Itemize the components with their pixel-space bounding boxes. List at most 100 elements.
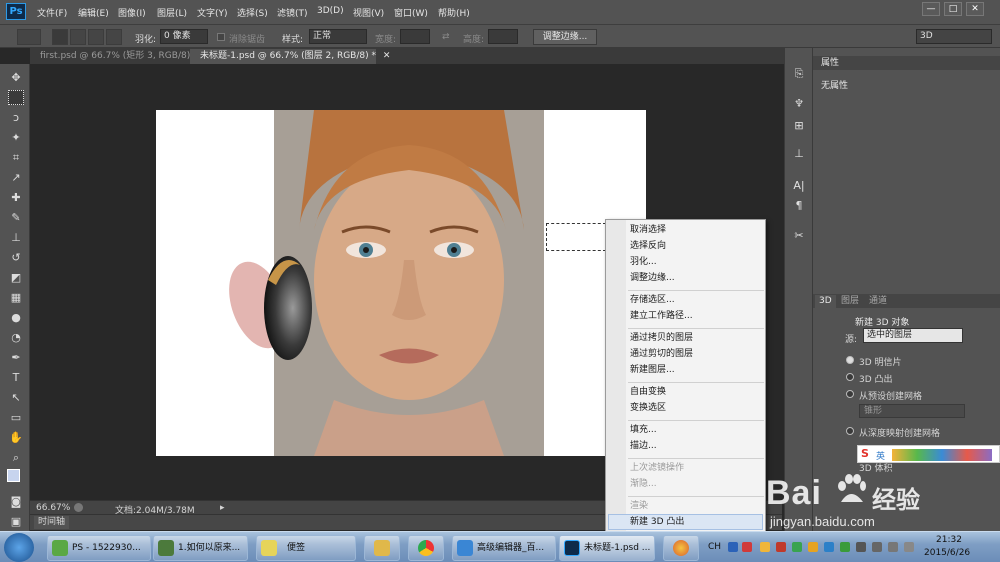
- radio-extrusion[interactable]: [846, 373, 854, 381]
- path-select-icon[interactable]: ↖: [8, 390, 24, 405]
- tray-icon[interactable]: [840, 542, 850, 552]
- close-icon[interactable]: ✕: [383, 51, 391, 61]
- taskbar-item-notes[interactable]: 1.如何以原来...: [153, 535, 248, 561]
- tab-first-psd[interactable]: first.psd @ 66.7% (矩形 3, RGB/8) * ✕: [30, 49, 212, 64]
- healing-brush-icon[interactable]: ✚: [8, 190, 24, 205]
- tray-icon[interactable]: [792, 542, 802, 552]
- ime-icons[interactable]: [892, 449, 992, 461]
- eraser-tool-icon[interactable]: ◩: [8, 270, 24, 285]
- ime-mode[interactable]: 英: [876, 449, 885, 462]
- taskbar-item-photoshop[interactable]: 未标题-1.psd ...: [559, 535, 655, 561]
- foreground-color-swatch[interactable]: [7, 469, 20, 482]
- menu-item-make-work-path[interactable]: 建立工作路径...: [630, 311, 693, 322]
- option-depth-map[interactable]: 从深度映射创建网格: [859, 426, 940, 439]
- subtract-selection-icon[interactable]: [88, 29, 104, 45]
- new-selection-icon[interactable]: [52, 29, 68, 45]
- menu-item-layer-via-copy[interactable]: 通过拷贝的图层: [630, 333, 693, 344]
- eyedropper-icon[interactable]: ↗: [8, 170, 24, 185]
- option-3d-postcard[interactable]: 3D 明信片: [859, 355, 902, 368]
- intersect-selection-icon[interactable]: [106, 29, 122, 45]
- menu-item-refine-edge[interactable]: 调整边缘...: [630, 273, 675, 284]
- language-indicator[interactable]: CH: [708, 542, 721, 552]
- marquee-selection[interactable]: [546, 223, 606, 251]
- volume-icon[interactable]: [904, 542, 914, 552]
- pen-tool-icon[interactable]: ✒: [8, 350, 24, 365]
- rectangle-tool-icon[interactable]: ▭: [8, 410, 24, 425]
- blur-tool-icon[interactable]: ●: [8, 310, 24, 325]
- move-tool-icon[interactable]: ✥: [8, 70, 24, 85]
- swap-icon[interactable]: ⇄: [442, 32, 450, 42]
- history-brush-icon[interactable]: ↺: [8, 250, 24, 265]
- brush-tool-icon[interactable]: ✎: [8, 210, 24, 225]
- menu-item-fill[interactable]: 填充...: [630, 425, 657, 436]
- ime-tray-icon[interactable]: [742, 542, 752, 552]
- menu-layer[interactable]: 图层(L): [157, 6, 187, 19]
- preset-select[interactable]: 锥形: [859, 404, 965, 418]
- menu-view[interactable]: 视图(V): [353, 6, 384, 19]
- menu-item-free-transform[interactable]: 自由变换: [630, 387, 666, 398]
- status-info-icon[interactable]: [74, 503, 83, 512]
- tab-channels[interactable]: 通道: [865, 295, 891, 308]
- feather-input[interactable]: 0 像素: [160, 29, 208, 44]
- source-select[interactable]: 选中的图层: [863, 328, 963, 343]
- marquee-tool-icon[interactable]: [8, 90, 24, 105]
- zoom-level[interactable]: 66.67%: [36, 503, 70, 513]
- timeline-tab[interactable]: 时间轴: [34, 516, 70, 529]
- refine-edge-button[interactable]: 调整边缘...: [533, 29, 597, 45]
- stamp-panel-icon[interactable]: ⊥: [791, 146, 807, 162]
- paragraph-panel-icon[interactable]: ¶: [791, 198, 807, 214]
- gradient-tool-icon[interactable]: ▦: [8, 290, 24, 305]
- add-selection-icon[interactable]: [70, 29, 86, 45]
- width-input[interactable]: [400, 29, 430, 44]
- menu-type[interactable]: 文字(Y): [197, 6, 228, 19]
- tab-layers[interactable]: 图层: [837, 295, 863, 308]
- menu-item-new-3d-extrusion[interactable]: 新建 3D 凸出: [630, 517, 684, 528]
- hand-tool-icon[interactable]: ✋: [8, 430, 24, 445]
- character-panel-icon[interactable]: A|: [791, 178, 807, 194]
- crop-tool-icon[interactable]: ⌗: [8, 150, 24, 165]
- network-icon[interactable]: [888, 542, 898, 552]
- workspace-select[interactable]: 3D: [916, 29, 992, 44]
- taskbar-item-sticky[interactable]: 便签: [256, 535, 356, 561]
- adjustments-icon[interactable]: ⊞: [791, 118, 807, 134]
- taskbar-item-chrome[interactable]: [408, 535, 444, 561]
- height-input[interactable]: [488, 29, 518, 44]
- menu-item-new-layer[interactable]: 新建图层...: [630, 365, 675, 376]
- menu-image[interactable]: 图像(I): [118, 6, 146, 19]
- zoom-tool-icon[interactable]: ⌕: [8, 450, 24, 465]
- sogou-icon[interactable]: S: [861, 447, 869, 460]
- menu-help[interactable]: 帮助(H): [438, 6, 470, 19]
- magic-wand-icon[interactable]: ✦: [8, 130, 24, 145]
- tray-icon[interactable]: [824, 542, 834, 552]
- radio-postcard[interactable]: [846, 356, 854, 364]
- menu-item-transform-selection[interactable]: 变换选区: [630, 403, 666, 414]
- radio-preset-mesh[interactable]: [846, 390, 854, 398]
- menu-item-save-selection[interactable]: 存储选区...: [630, 295, 675, 306]
- option-preset-mesh[interactable]: 从预设创建网格: [859, 389, 922, 402]
- antialias-checkbox[interactable]: [217, 33, 225, 41]
- start-button[interactable]: [4, 533, 34, 562]
- menu-item-stroke[interactable]: 描边...: [630, 441, 657, 452]
- taskbar-item-explorer[interactable]: [364, 535, 400, 561]
- menu-select[interactable]: 选择(S): [237, 6, 268, 19]
- taskbar-item-evernote[interactable]: PS - 1522930...: [47, 535, 151, 561]
- tray-icon[interactable]: [808, 542, 818, 552]
- close-button[interactable]: ✕: [966, 2, 984, 16]
- taskbar-item-paint[interactable]: [663, 535, 699, 561]
- brush-panel-icon[interactable]: ♆: [791, 96, 807, 112]
- tray-icon[interactable]: [776, 542, 786, 552]
- tools-preset-icon[interactable]: ✂: [791, 228, 807, 244]
- menu-file[interactable]: 文件(F): [37, 6, 67, 19]
- lasso-tool-icon[interactable]: ↄ: [8, 110, 24, 125]
- tray-icon[interactable]: [856, 542, 866, 552]
- type-tool-icon[interactable]: T: [8, 370, 24, 385]
- help-tray-icon[interactable]: [728, 542, 738, 552]
- option-3d-extrusion[interactable]: 3D 凸出: [859, 372, 893, 385]
- marquee-preset-icon[interactable]: [17, 29, 41, 45]
- dodge-tool-icon[interactable]: ◔: [8, 330, 24, 345]
- style-select[interactable]: 正常: [309, 29, 367, 44]
- status-arrow-icon[interactable]: ▸: [220, 503, 225, 513]
- minimize-button[interactable]: —: [922, 2, 940, 16]
- menu-window[interactable]: 窗口(W): [394, 6, 428, 19]
- properties-tab[interactable]: 属性: [817, 57, 843, 70]
